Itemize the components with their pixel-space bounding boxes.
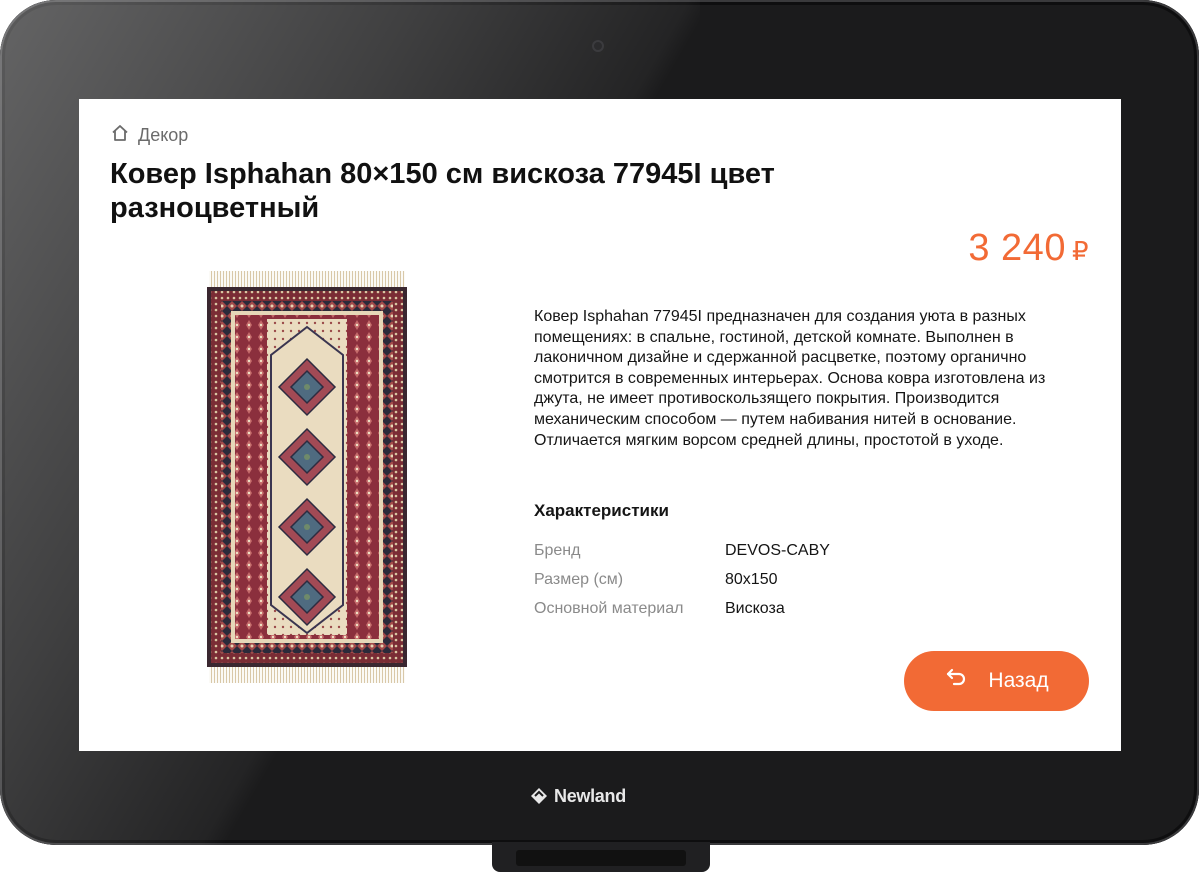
specs-title: Характеристики — [534, 501, 669, 520]
device-stand — [492, 842, 710, 872]
product-description: Ковер Isphahan 77945I предназначен для с… — [534, 308, 1046, 449]
spec-value: DEVOS-CABY — [725, 541, 830, 559]
home-icon — [110, 123, 130, 148]
scanner-slot — [516, 850, 686, 866]
camera-lens — [592, 40, 604, 52]
screen: Декор Ковер Isphahan 80×150 см вискоза 7… — [79, 99, 1121, 751]
spec-key: Основной материал — [534, 599, 684, 617]
breadcrumb[interactable]: Декор — [110, 123, 188, 147]
spec-key: Размер (см) — [534, 570, 624, 588]
product-price: 3 240 ₽ — [968, 227, 1089, 270]
spec-row-size: Размер (см) 80x150 — [534, 565, 1034, 594]
product-image — [207, 271, 407, 683]
product-title: Ковер Isphahan 80×150 см вискоза 77945I … — [110, 158, 775, 224]
undo-arrow-icon — [944, 666, 968, 696]
spec-row-material: Основной материал Вискоза — [534, 594, 1034, 623]
spec-row-brand: Бренд DEVOS-CABY — [534, 536, 1034, 565]
specs-table: Бренд DEVOS-CABY Размер (см) 80x150 Осно… — [534, 536, 1034, 623]
spec-key: Бренд — [534, 541, 581, 559]
back-button-label[interactable]: Назад — [988, 669, 1048, 693]
spec-value: Вискоза — [725, 599, 785, 617]
device-brand-logo: Newland — [530, 784, 626, 808]
price-currency: ₽ — [1071, 236, 1089, 266]
device-brand-name: Newland — [554, 785, 626, 806]
back-button[interactable]: Назад — [904, 651, 1089, 711]
device-frame: Декор Ковер Isphahan 80×150 см вискоза 7… — [0, 0, 1199, 845]
price-value: 3 240 — [968, 227, 1066, 269]
breadcrumb-label[interactable]: Декор — [138, 125, 188, 146]
spec-value: 80x150 — [725, 570, 778, 588]
newland-logo-icon — [531, 788, 547, 804]
